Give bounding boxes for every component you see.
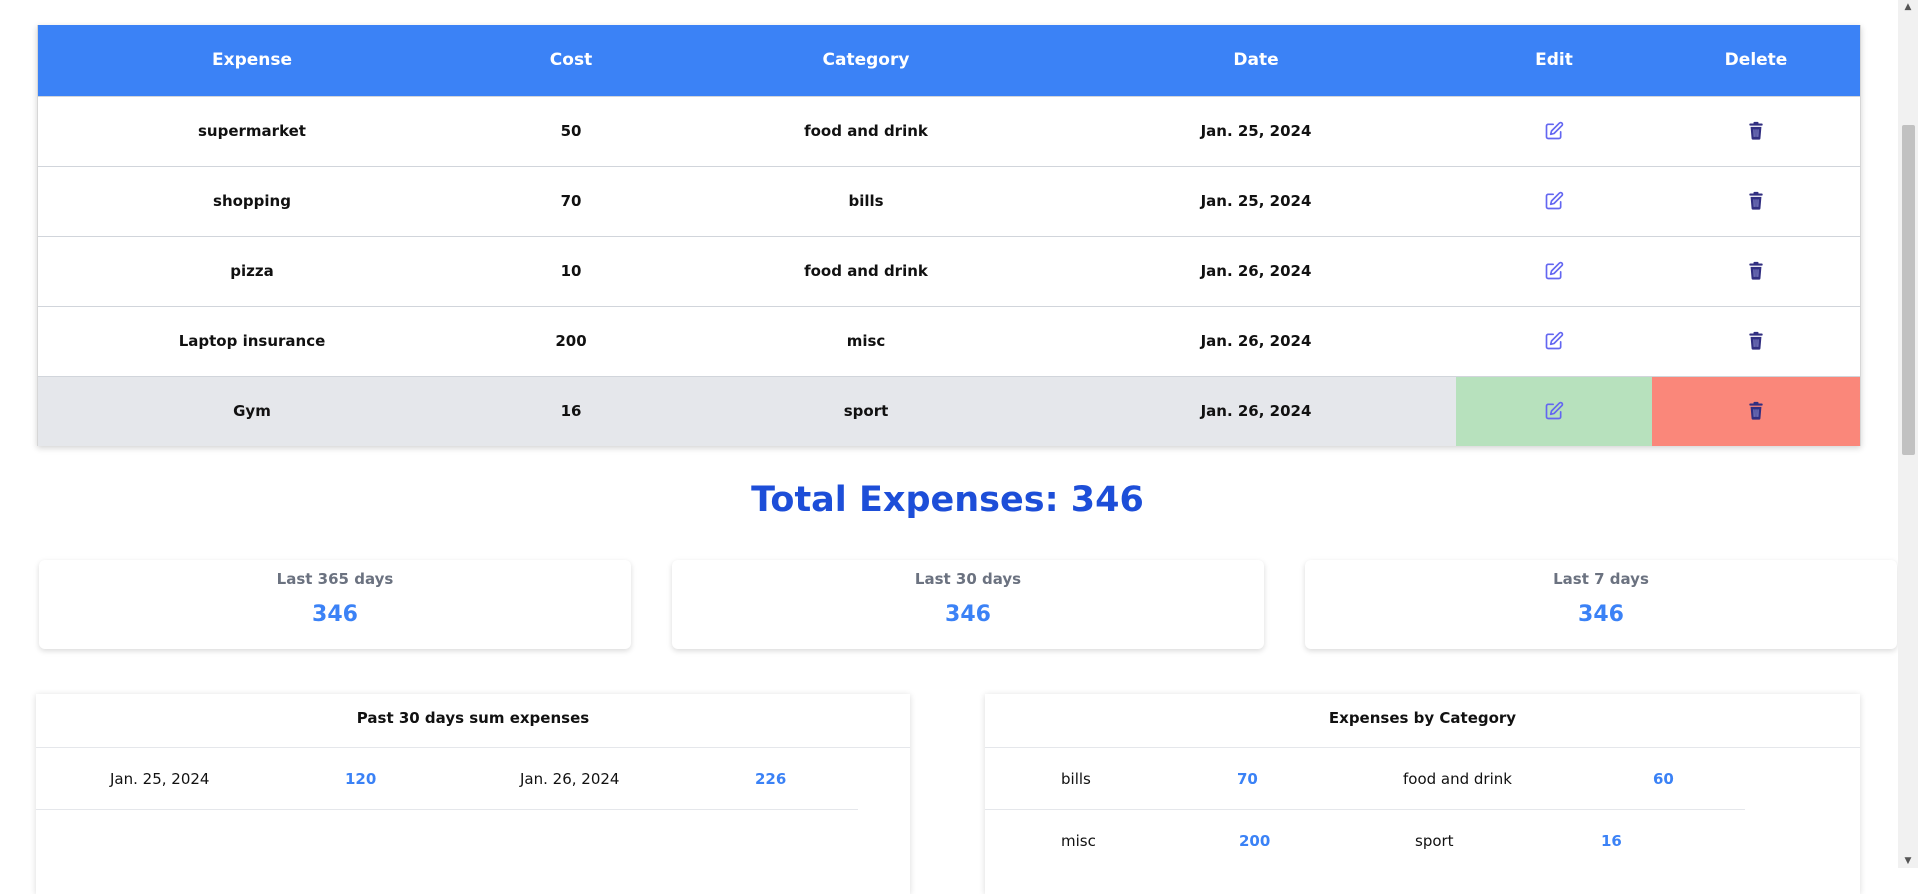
stat-label: Last 365 days	[39, 570, 631, 588]
date-label: Jan. 26, 2024	[520, 770, 619, 788]
delete-cell	[1652, 236, 1860, 306]
amount-value: 120	[345, 770, 376, 788]
expense-name: pizza	[38, 236, 466, 306]
stat-label: Last 7 days	[1305, 570, 1897, 588]
expense-cost: 50	[466, 96, 676, 166]
expense-date: Jan. 25, 2024	[1056, 96, 1456, 166]
edit-icon[interactable]	[1544, 121, 1564, 141]
table-row: supermarket 50 food and drink Jan. 25, 2…	[38, 96, 1860, 166]
expense-cost: 10	[466, 236, 676, 306]
delete-cell	[1652, 96, 1860, 166]
table-row: Laptop insurance 200 misc Jan. 26, 2024	[38, 306, 1860, 376]
stat-card-7: Last 7 days 346	[1305, 560, 1897, 649]
amount-value: 200	[1239, 832, 1270, 850]
past-30-days-panel: Past 30 days sum expenses Jan. 25, 2024 …	[36, 694, 910, 894]
expense-category: food and drink	[676, 96, 1056, 166]
scroll-thumb[interactable]	[1902, 125, 1915, 455]
expense-cost: 16	[466, 376, 676, 446]
expense-date: Jan. 26, 2024	[1056, 376, 1456, 446]
list-item: bills 70 food and drink 60	[985, 748, 1745, 810]
edit-icon[interactable]	[1544, 191, 1564, 211]
edit-cell	[1456, 96, 1652, 166]
expenses-table-card: Expense Cost Category Date Edit Delete s…	[37, 25, 1861, 446]
total-expenses: Total Expenses: 346	[0, 480, 1895, 520]
header-expense: Expense	[38, 25, 466, 96]
expense-category: food and drink	[676, 236, 1056, 306]
panel-title: Past 30 days sum expenses	[36, 694, 910, 748]
stat-value: 346	[1305, 602, 1897, 627]
expenses-by-category-panel: Expenses by Category bills 70 food and d…	[985, 694, 1860, 894]
scroll-up-icon[interactable]: ▲	[1898, 0, 1918, 14]
delete-cell	[1652, 376, 1860, 446]
amount-value: 16	[1601, 832, 1622, 850]
category-label: sport	[1415, 832, 1454, 850]
expense-date: Jan. 25, 2024	[1056, 166, 1456, 236]
amount-value: 60	[1653, 770, 1674, 788]
expense-name: supermarket	[38, 96, 466, 166]
vertical-scrollbar[interactable]: ▲ ▼	[1898, 0, 1918, 868]
expense-category: misc	[676, 306, 1056, 376]
expense-date: Jan. 26, 2024	[1056, 236, 1456, 306]
category-label: misc	[1061, 832, 1096, 850]
edit-icon[interactable]	[1544, 401, 1564, 421]
category-label: food and drink	[1403, 770, 1512, 788]
trash-icon[interactable]	[1746, 401, 1766, 421]
table-row: Gym 16 sport Jan. 26, 2024	[38, 376, 1860, 446]
edit-cell	[1456, 376, 1652, 446]
table-header-row: Expense Cost Category Date Edit Delete	[38, 25, 1860, 96]
expense-name: Gym	[38, 376, 466, 446]
amount-value: 70	[1237, 770, 1258, 788]
stat-card-365: Last 365 days 346	[39, 560, 631, 649]
scroll-down-icon[interactable]: ▼	[1898, 854, 1918, 868]
stat-value: 346	[39, 602, 631, 627]
table-row: shopping 70 bills Jan. 25, 2024	[38, 166, 1860, 236]
stat-label: Last 30 days	[672, 570, 1264, 588]
trash-icon[interactable]	[1746, 331, 1766, 351]
delete-cell	[1652, 166, 1860, 236]
stat-card-30: Last 30 days 346	[672, 560, 1264, 649]
expense-category: sport	[676, 376, 1056, 446]
header-category: Category	[676, 25, 1056, 96]
expense-name: shopping	[38, 166, 466, 236]
edit-cell	[1456, 236, 1652, 306]
header-cost: Cost	[466, 25, 676, 96]
trash-icon[interactable]	[1746, 261, 1766, 281]
edit-cell	[1456, 166, 1652, 236]
expense-name: Laptop insurance	[38, 306, 466, 376]
edit-cell	[1456, 306, 1652, 376]
table-row: pizza 10 food and drink Jan. 26, 2024	[38, 236, 1860, 306]
list-item: misc 200 sport 16	[985, 810, 1745, 871]
header-edit: Edit	[1456, 25, 1652, 96]
stat-value: 346	[672, 602, 1264, 627]
expense-cost: 200	[466, 306, 676, 376]
category-label: bills	[1061, 770, 1091, 788]
expense-date: Jan. 26, 2024	[1056, 306, 1456, 376]
date-label: Jan. 25, 2024	[110, 770, 209, 788]
header-date: Date	[1056, 25, 1456, 96]
header-delete: Delete	[1652, 25, 1860, 96]
expense-cost: 70	[466, 166, 676, 236]
trash-icon[interactable]	[1746, 121, 1766, 141]
trash-icon[interactable]	[1746, 191, 1766, 211]
expense-category: bills	[676, 166, 1056, 236]
edit-icon[interactable]	[1544, 331, 1564, 351]
edit-icon[interactable]	[1544, 261, 1564, 281]
delete-cell	[1652, 306, 1860, 376]
panel-title: Expenses by Category	[985, 694, 1860, 748]
list-item: Jan. 25, 2024 120 Jan. 26, 2024 226	[36, 748, 858, 810]
amount-value: 226	[755, 770, 786, 788]
expenses-table: Expense Cost Category Date Edit Delete s…	[38, 25, 1860, 446]
